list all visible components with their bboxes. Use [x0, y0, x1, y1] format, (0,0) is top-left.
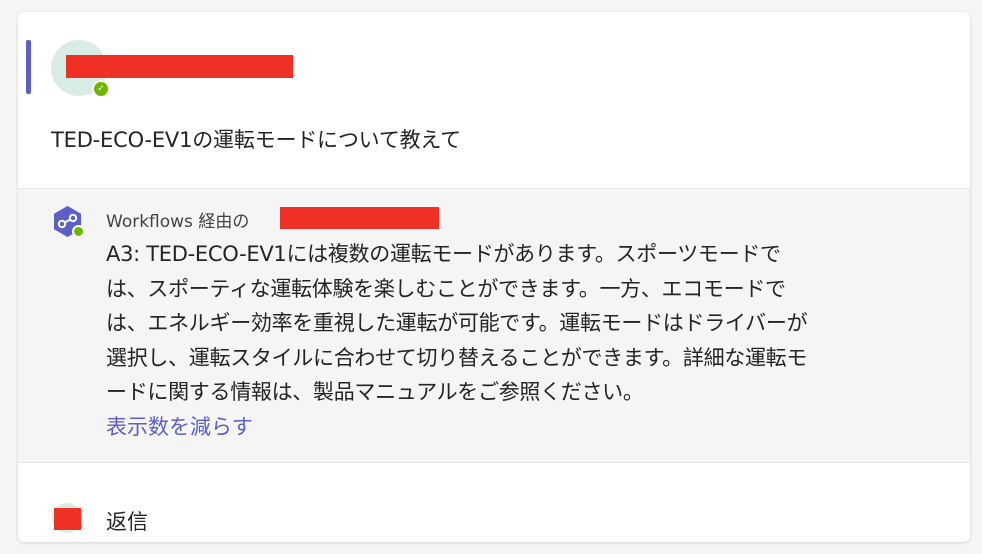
original-post: ✓ TED-ECO-EV1の運転モードについて教えて [18, 12, 970, 187]
reply-body-line: は、スポーティな運転体験を楽しむことができます。一方、エコモードで [106, 276, 786, 301]
reply-footer: 返信 [18, 462, 970, 542]
reply-body-line: 選択し、運転スタイルに合わせて切り替えることができます。詳細な運転モ [106, 345, 808, 370]
reply-body-line: ードに関する情報は、製品マニュアルをご参照ください。 [106, 380, 644, 404]
show-less-link[interactable]: 表示数を減らす [106, 411, 253, 441]
reply-sender-label: Workflows 経由の [106, 212, 250, 232]
reply-message: Workflows 経由の A3: TED-ECO-EV1には複数の運転モードが… [18, 188, 970, 462]
reply-body-line: は、エネルギー効率を重視した運転が可能です。運転モードはドライバーが [106, 311, 808, 335]
redacted-sender-name [280, 207, 439, 229]
reply-button[interactable]: 返信 [106, 506, 148, 536]
redacted-avatar [54, 508, 81, 530]
reply-body-line: A3: TED-ECO-EV1には複数の運転モードがあります。スポーツモードで [106, 242, 781, 266]
post-message-text: TED-ECO-EV1の運転モードについて教えて [51, 128, 461, 152]
redacted-author-name [66, 55, 293, 78]
presence-available-icon [72, 225, 85, 238]
reply-body-text: A3: TED-ECO-EV1には複数の運転モードがあります。スポーツモードで … [106, 237, 946, 410]
unread-accent-bar [26, 40, 31, 94]
conversation-card: ✓ TED-ECO-EV1の運転モードについて教えて Workflows 経由の… [18, 12, 970, 542]
workflows-avatar[interactable] [51, 205, 85, 238]
presence-available-icon: ✓ [92, 80, 110, 98]
